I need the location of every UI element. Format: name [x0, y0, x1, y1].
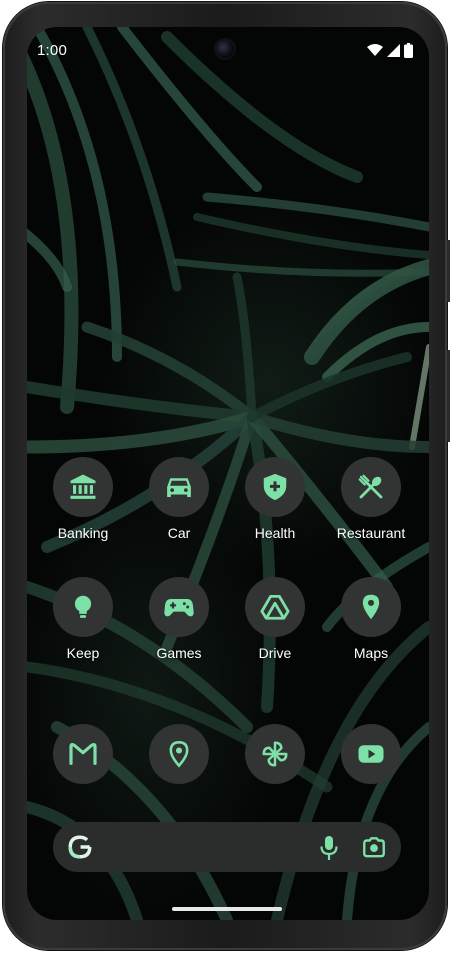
clock: 1:00	[37, 42, 67, 59]
cellular-signal-icon	[387, 44, 400, 57]
dock-app-youtube[interactable]	[323, 724, 419, 784]
status-bar: 1:00	[27, 27, 429, 71]
app-label: Games	[156, 645, 202, 661]
gesture-navigation-bar[interactable]	[172, 907, 282, 911]
dock-app-gmail[interactable]	[35, 724, 131, 784]
status-icons	[367, 43, 413, 58]
lens-camera-icon[interactable]	[361, 834, 387, 860]
app-icon-circle	[149, 457, 209, 517]
app-label: Drive	[258, 645, 292, 661]
app-drive[interactable]: Drive	[227, 577, 323, 661]
app-maps[interactable]: Maps	[323, 577, 419, 661]
microphone-icon[interactable]	[319, 835, 339, 861]
app-icon-circle	[245, 457, 305, 517]
map-pin-icon	[362, 594, 380, 620]
app-icon-circle	[53, 457, 113, 517]
google-search-bar[interactable]	[53, 822, 401, 872]
app-car[interactable]: Car	[131, 457, 227, 541]
app-label: Maps	[353, 645, 389, 661]
app-label: Health	[254, 525, 296, 541]
app-label: Restaurant	[336, 525, 406, 541]
app-icon-circle	[53, 577, 113, 637]
fork-spoon-icon	[358, 474, 383, 499]
app-health[interactable]: Health	[227, 457, 323, 541]
app-icon-circle	[149, 724, 209, 784]
phone-frame: 1:00 Banking Car Health Restaurant Keep …	[3, 2, 450, 950]
youtube-icon	[358, 745, 384, 763]
map-pin-outline-icon	[169, 741, 189, 768]
gmail-icon	[69, 742, 97, 765]
home-screen: 1:00 Banking Car Health Restaurant Keep …	[27, 27, 429, 920]
bank-icon	[70, 474, 96, 499]
drive-icon	[260, 595, 290, 620]
dock-app-photos[interactable]	[227, 724, 323, 784]
app-icon-circle	[245, 577, 305, 637]
app-restaurant[interactable]: Restaurant	[323, 457, 419, 541]
app-icon-circle	[341, 577, 401, 637]
car-icon	[167, 478, 191, 497]
app-games[interactable]: Games	[131, 577, 227, 661]
app-label: Banking	[57, 525, 109, 541]
app-keep[interactable]: Keep	[35, 577, 131, 661]
app-label: Car	[167, 525, 191, 541]
dock-app-maps[interactable]	[131, 724, 227, 784]
lightbulb-icon	[74, 595, 92, 618]
app-banking[interactable]: Banking	[35, 457, 131, 541]
gamepad-icon	[164, 599, 194, 617]
app-icon-circle	[341, 457, 401, 517]
battery-icon	[404, 43, 413, 58]
wifi-icon	[367, 44, 383, 56]
google-g-icon[interactable]	[67, 834, 93, 860]
app-icon-circle	[341, 724, 401, 784]
app-icon-circle	[149, 577, 209, 637]
app-icon-circle	[245, 724, 305, 784]
health-shield-icon	[263, 473, 287, 501]
app-label: Keep	[66, 645, 100, 661]
pinwheel-icon	[262, 741, 288, 767]
app-icon-circle	[53, 724, 113, 784]
